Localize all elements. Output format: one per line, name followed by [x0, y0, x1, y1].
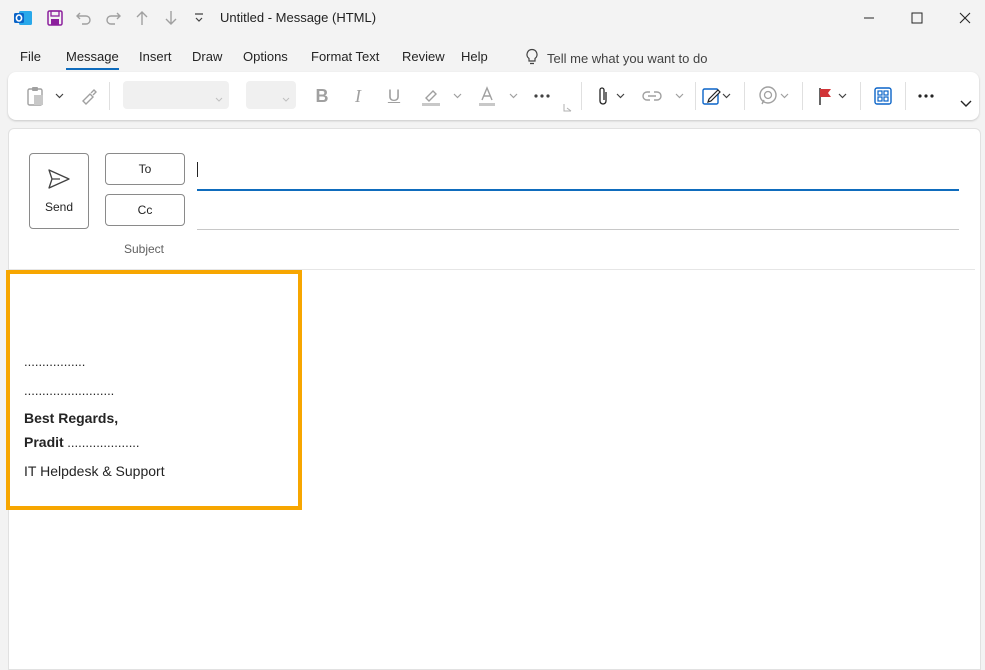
tab-insert[interactable]: Insert: [139, 49, 172, 64]
minimize-button[interactable]: [846, 4, 892, 32]
paste-dropdown-icon[interactable]: [52, 83, 66, 109]
lightbulb-icon: [525, 48, 539, 69]
tab-review[interactable]: Review: [402, 49, 445, 64]
expand-ribbon-icon[interactable]: [958, 94, 974, 114]
more-options-icon[interactable]: [914, 83, 938, 109]
font-name-dropdown[interactable]: [123, 81, 229, 109]
arrow-up-icon[interactable]: [132, 8, 152, 28]
save-icon[interactable]: [45, 8, 65, 28]
divider: [581, 82, 582, 110]
compose-pane: Send To Cc Subject ................. ...…: [6, 128, 981, 670]
divider: [905, 82, 906, 110]
redo-icon[interactable]: [103, 8, 123, 28]
underline-icon[interactable]: U: [383, 83, 405, 109]
send-icon: [47, 168, 71, 195]
maximize-button[interactable]: [894, 4, 940, 32]
tab-draw[interactable]: Draw: [192, 49, 222, 64]
close-button[interactable]: [942, 4, 985, 32]
to-field-underline: [197, 189, 959, 191]
tell-me-label: Tell me what you want to do: [547, 51, 708, 66]
body-dots-line-2: .........................: [24, 383, 115, 398]
highlight-dropdown-icon[interactable]: [450, 83, 464, 109]
font-size-dropdown[interactable]: [246, 81, 296, 109]
subject-label: Subject: [123, 242, 165, 256]
text-cursor: [197, 162, 198, 177]
tab-message[interactable]: Message: [66, 49, 119, 70]
to-field[interactable]: [197, 153, 959, 189]
divider: [695, 82, 696, 110]
follow-up-flag-icon[interactable]: [814, 83, 836, 109]
tab-file[interactable]: File: [20, 49, 41, 64]
meeting-dropdown-icon[interactable]: [778, 83, 790, 109]
ribbon-toolbar: B I U: [8, 72, 979, 120]
chevron-down-icon: [282, 90, 290, 108]
divider: [802, 82, 803, 110]
cc-field[interactable]: [197, 195, 959, 229]
signature-name: Pradit: [24, 434, 64, 450]
divider: [109, 82, 110, 110]
signature-dropdown-icon[interactable]: [720, 83, 732, 109]
arrow-down-icon[interactable]: [161, 8, 181, 28]
tab-options[interactable]: Options: [243, 49, 288, 64]
apps-icon[interactable]: [871, 83, 895, 109]
format-painter-icon[interactable]: [78, 83, 100, 109]
menu-bar: File Message Insert Draw Options Format …: [0, 44, 985, 70]
link-icon[interactable]: [640, 83, 664, 109]
signature-name-line: Pradit ....................: [24, 434, 140, 450]
signature-name-dots: ....................: [63, 435, 140, 450]
font-color-icon[interactable]: [475, 83, 499, 109]
divider: [860, 82, 861, 110]
more-formatting-icon[interactable]: [530, 83, 554, 109]
tell-me-search[interactable]: Tell me what you want to do: [525, 48, 707, 69]
outlook-logo-icon: [13, 8, 33, 28]
attach-dropdown-icon[interactable]: [614, 83, 626, 109]
dialog-launcher-icon[interactable]: [562, 102, 572, 112]
to-button[interactable]: To: [105, 153, 185, 185]
signature-regards: Best Regards,: [24, 410, 119, 426]
divider: [744, 82, 745, 110]
customize-quick-access-icon[interactable]: [191, 8, 207, 28]
font-color-dropdown-icon[interactable]: [506, 83, 520, 109]
highlight-icon[interactable]: [418, 83, 444, 109]
title-bar: Untitled - Message (HTML): [0, 0, 985, 36]
reply-with-meeting-icon[interactable]: [756, 83, 780, 109]
undo-icon[interactable]: [74, 8, 94, 28]
link-dropdown-icon[interactable]: [672, 83, 686, 109]
paste-icon[interactable]: [22, 83, 48, 109]
subject-field[interactable]: [197, 233, 959, 265]
attach-file-icon[interactable]: [593, 83, 613, 109]
flag-dropdown-icon[interactable]: [836, 83, 848, 109]
send-button[interactable]: Send: [29, 153, 89, 229]
window-title: Untitled - Message (HTML): [220, 10, 377, 25]
signature-highlight-box: ................. ......................…: [6, 270, 302, 510]
send-label: Send: [44, 200, 74, 214]
cc-field-underline: [197, 229, 959, 230]
tab-help[interactable]: Help: [461, 49, 488, 64]
bold-icon[interactable]: B: [311, 83, 333, 109]
chevron-down-icon: [215, 90, 223, 108]
cc-button[interactable]: Cc: [105, 194, 185, 226]
italic-icon[interactable]: I: [347, 83, 369, 109]
signature-department: IT Helpdesk & Support: [24, 463, 165, 479]
body-dots-line-1: .................: [24, 354, 86, 369]
tab-format-text[interactable]: Format Text: [311, 49, 379, 64]
